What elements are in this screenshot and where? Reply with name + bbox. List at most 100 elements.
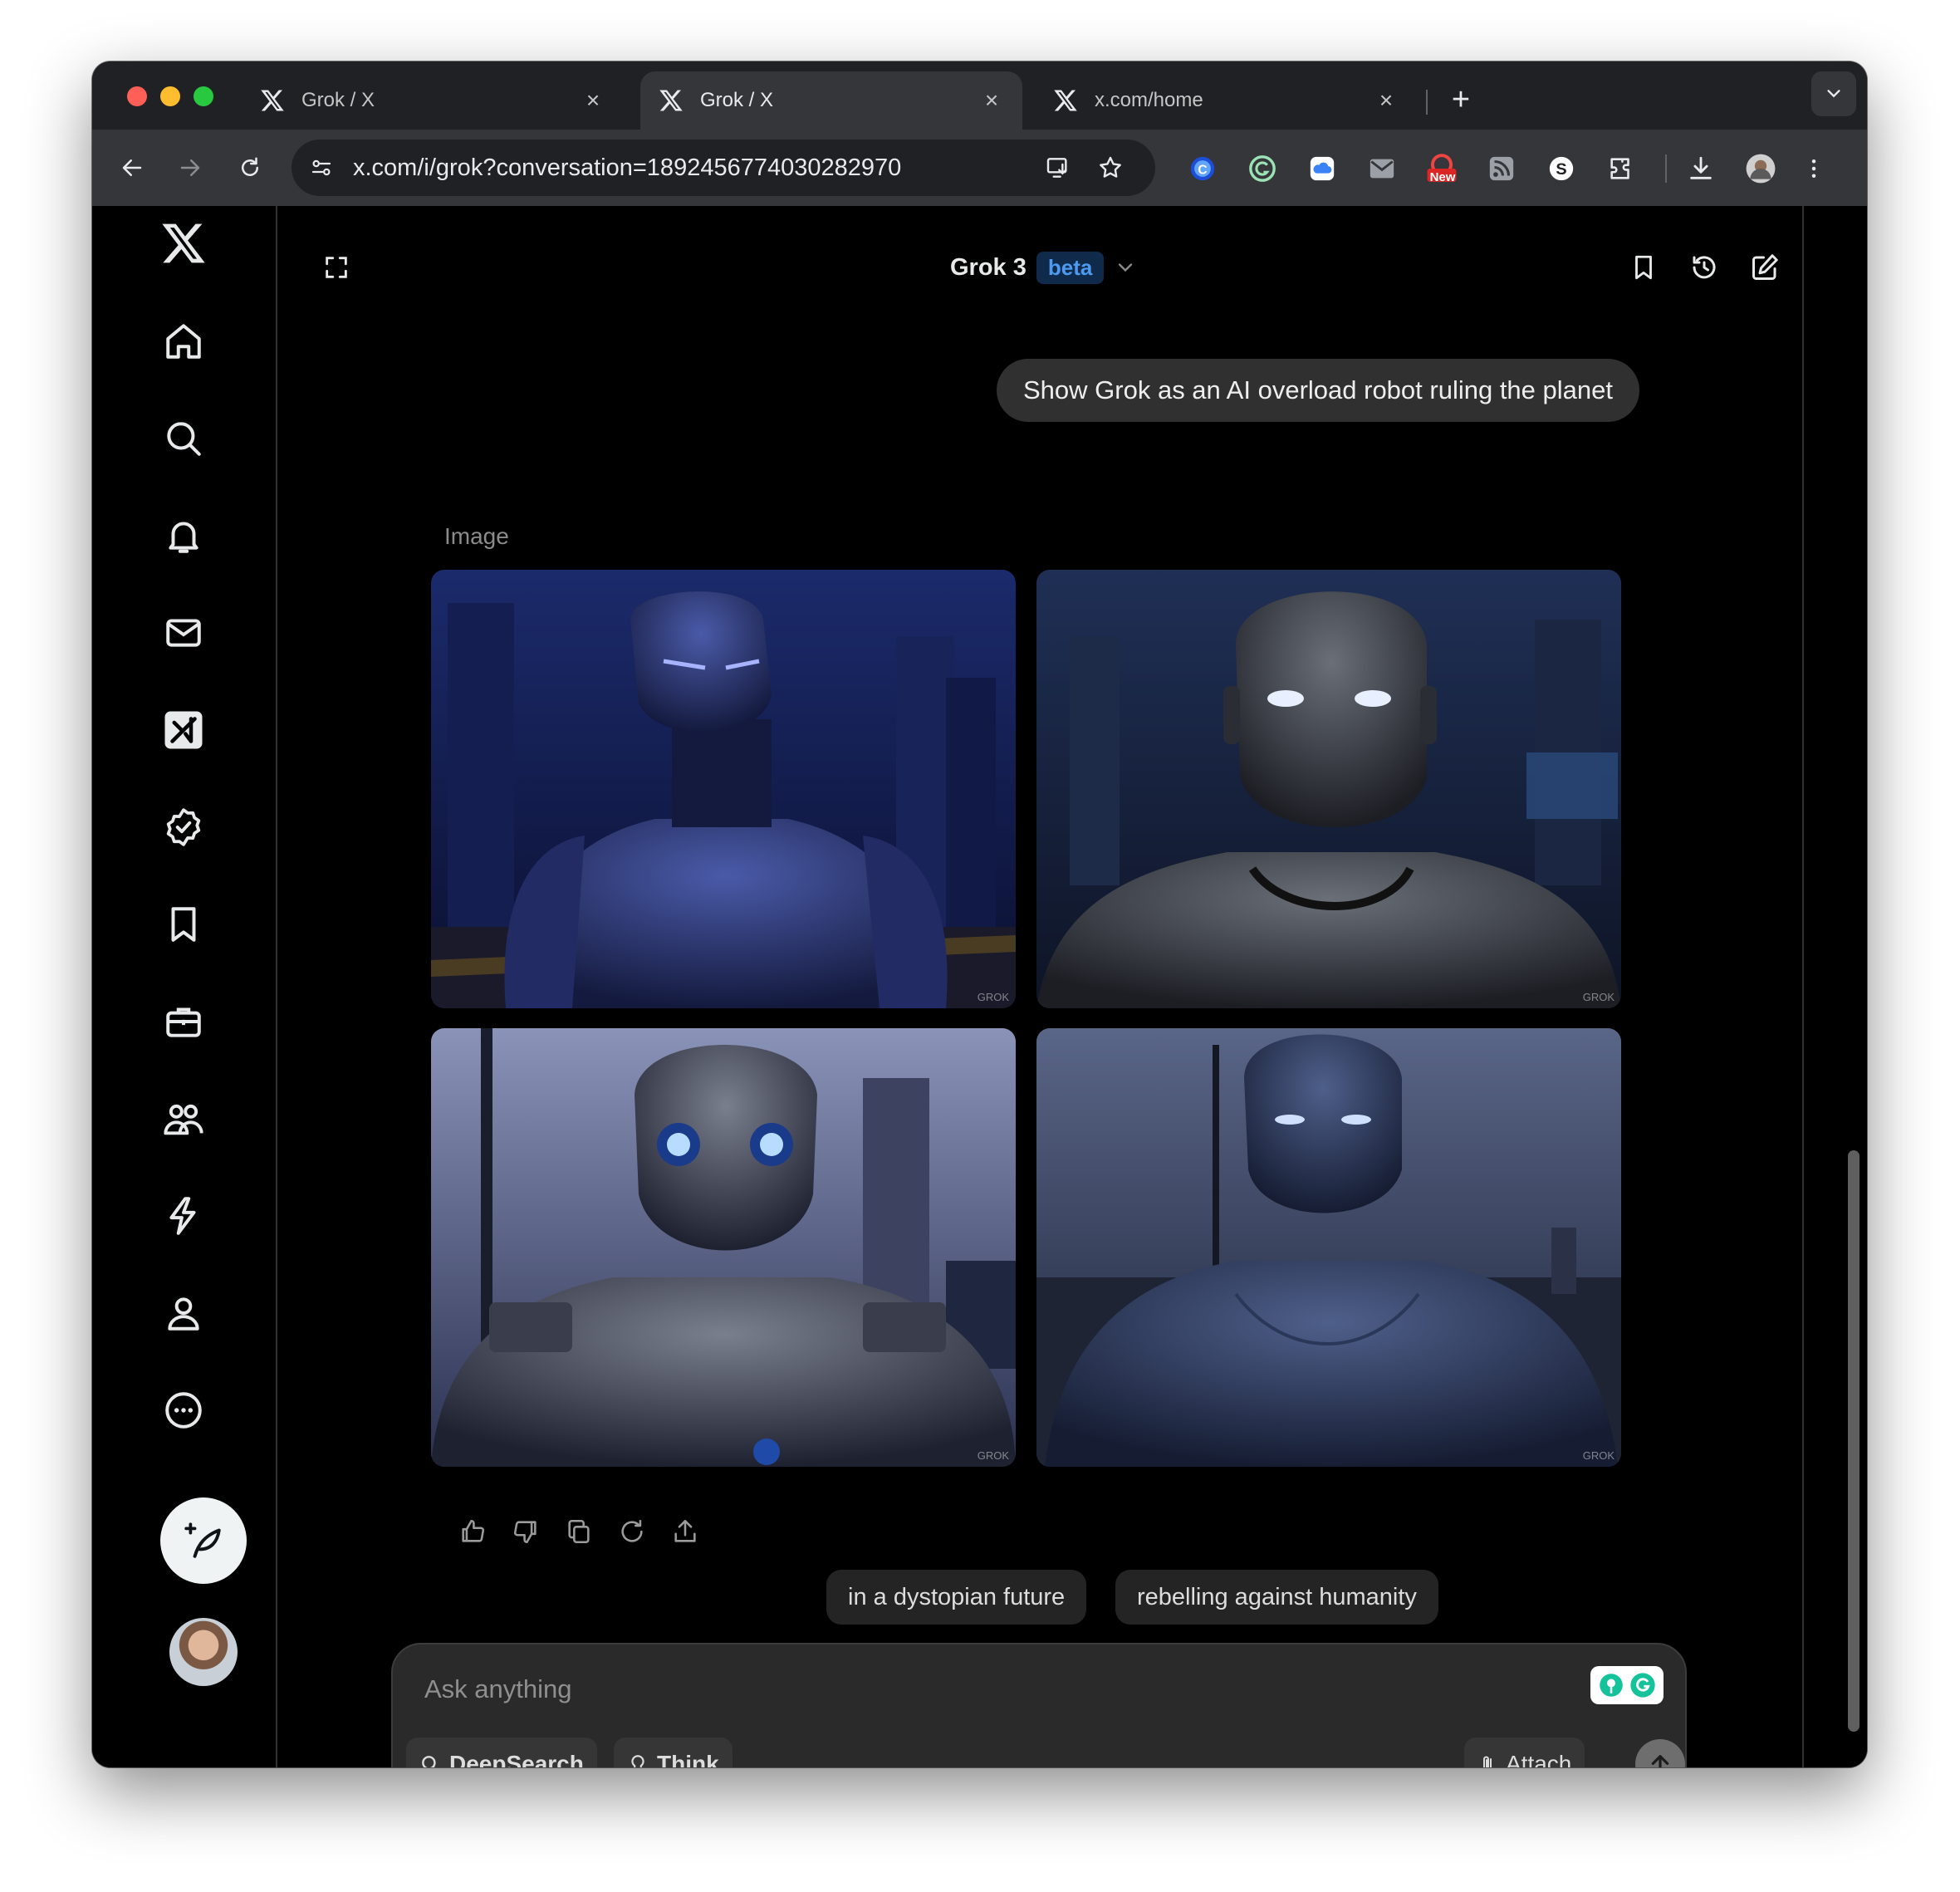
- profile-avatar-icon[interactable]: [1745, 153, 1776, 184]
- tab-title: x.com/home: [1095, 89, 1203, 111]
- left-navigation: [92, 206, 277, 1767]
- tab-search-button[interactable]: [1811, 71, 1856, 116]
- fullscreen-button[interactable]: [318, 249, 355, 286]
- nav-premium[interactable]: [156, 800, 211, 855]
- close-window-button[interactable]: [127, 86, 147, 106]
- suggestion-chip-2[interactable]: rebelling against humanity: [1115, 1570, 1438, 1625]
- model-selector[interactable]: Grok 3 beta: [950, 249, 1137, 286]
- nav-home[interactable]: [156, 314, 211, 369]
- person-icon: [168, 1297, 199, 1331]
- nav-explore[interactable]: [156, 411, 211, 466]
- generated-image-1[interactable]: GROK: [431, 570, 1016, 1008]
- extension-badge-text: New: [1429, 170, 1456, 184]
- bookmark-icon: [171, 907, 196, 942]
- arrow-left-icon: [122, 159, 142, 176]
- compose-feather-icon: [184, 1522, 221, 1558]
- x-logo-icon: [1054, 90, 1077, 111]
- briefcase-icon: [166, 1007, 201, 1037]
- regenerate-button[interactable]: [615, 1515, 649, 1548]
- new-chat-button[interactable]: [1747, 249, 1783, 286]
- reload-button[interactable]: [232, 149, 268, 186]
- nav-bookmarks[interactable]: [156, 897, 211, 952]
- browser-menu-icon[interactable]: [1798, 153, 1830, 184]
- browser-toolbar: x.com/i/grok?conversation=18924567740302…: [92, 130, 1867, 206]
- chevron-down-icon: [1827, 90, 1840, 98]
- forward-button[interactable]: [172, 149, 208, 186]
- arrow-up-icon: [1651, 1755, 1669, 1767]
- browser-tab-3[interactable]: x.com/home ×: [1035, 71, 1417, 130]
- maximize-window-button[interactable]: [194, 86, 213, 106]
- tab-separator: [1426, 90, 1428, 115]
- paperclip-icon: [1483, 1756, 1492, 1767]
- scrollbar-thumb[interactable]: [1848, 1150, 1860, 1732]
- image-watermark: GROK: [1582, 991, 1615, 1003]
- minimize-window-button[interactable]: [160, 86, 180, 106]
- communities-icon: [164, 1104, 203, 1135]
- grok-icon: [164, 711, 203, 749]
- browser-tab-2[interactable]: Grok / X ×: [640, 71, 1022, 130]
- site-settings-icon[interactable]: [305, 151, 338, 184]
- nav-grok[interactable]: [156, 703, 211, 757]
- downloads-icon[interactable]: [1685, 153, 1717, 184]
- new-tab-button[interactable]: +: [1440, 80, 1482, 121]
- icloud-extension-icon[interactable]: [1306, 153, 1338, 184]
- s-extension-icon[interactable]: S: [1546, 153, 1577, 184]
- refresh-icon: [621, 1519, 643, 1542]
- extensions-puzzle-icon[interactable]: [1605, 153, 1637, 184]
- svg-text:C: C: [1198, 163, 1207, 177]
- message-composer: DeepSearch Think Attach: [391, 1643, 1687, 1767]
- compose-post-button[interactable]: [160, 1497, 247, 1584]
- attach-label: Attach: [1506, 1751, 1572, 1767]
- think-button[interactable]: Think: [614, 1738, 733, 1767]
- bookmarks-button[interactable]: [1625, 249, 1662, 286]
- dislike-button[interactable]: [509, 1515, 542, 1548]
- new-badge-extension-icon[interactable]: New: [1426, 153, 1458, 184]
- suggestion-chip-1[interactable]: in a dystopian future: [826, 1570, 1087, 1625]
- share-button[interactable]: [669, 1515, 702, 1548]
- expand-icon: [326, 257, 347, 278]
- browser-window: Grok / X × Grok / X × x.com/home × + x.c…: [92, 61, 1867, 1767]
- nav-profile[interactable]: [156, 1286, 211, 1341]
- deepsearch-button[interactable]: DeepSearch: [406, 1738, 597, 1767]
- svg-text:S: S: [1556, 160, 1566, 179]
- like-button[interactable]: [456, 1515, 489, 1548]
- close-tab-icon[interactable]: ×: [1374, 87, 1399, 114]
- send-button[interactable]: [1635, 1739, 1685, 1767]
- address-bar[interactable]: x.com/i/grok?conversation=18924567740302…: [292, 140, 1155, 196]
- history-button[interactable]: [1686, 249, 1722, 286]
- generated-image-3[interactable]: GROK: [431, 1028, 1016, 1467]
- reload-icon: [242, 157, 258, 176]
- nav-communities[interactable]: [156, 1091, 211, 1146]
- bookmark-star-icon[interactable]: [1094, 151, 1127, 184]
- image-watermark: GROK: [1582, 1449, 1615, 1462]
- attach-button[interactable]: Attach: [1464, 1738, 1585, 1767]
- nav-notifications[interactable]: [156, 508, 211, 563]
- response-type-label: Image: [444, 523, 509, 549]
- install-app-icon[interactable]: [1041, 151, 1075, 184]
- close-tab-icon[interactable]: ×: [979, 87, 1004, 114]
- nav-jobs[interactable]: [156, 994, 211, 1049]
- nav-more[interactable]: [156, 1383, 211, 1438]
- share-icon: [674, 1519, 696, 1542]
- generated-image-4[interactable]: GROK: [1036, 1028, 1621, 1467]
- account-avatar[interactable]: [169, 1618, 238, 1686]
- x-logo-home-link[interactable]: [156, 216, 211, 271]
- nav-messages[interactable]: [156, 605, 211, 660]
- back-button[interactable]: [114, 149, 150, 186]
- nav-verified-orgs[interactable]: [156, 1189, 211, 1243]
- grammarly-badge[interactable]: [1590, 1666, 1664, 1704]
- browser-tab-1[interactable]: Grok / X ×: [242, 71, 624, 130]
- close-tab-icon[interactable]: ×: [581, 87, 605, 114]
- x-logo-icon: [261, 90, 284, 111]
- bell-icon: [169, 522, 198, 553]
- generated-image-2[interactable]: GROK: [1036, 570, 1621, 1008]
- extension-c-icon[interactable]: C: [1187, 153, 1218, 184]
- copy-button[interactable]: [562, 1515, 595, 1548]
- rss-extension-icon[interactable]: [1486, 153, 1517, 184]
- mail-icon: [166, 619, 201, 647]
- ask-input[interactable]: [424, 1666, 1570, 1713]
- grammarly-extension-icon[interactable]: [1247, 153, 1278, 184]
- deepsearch-label: DeepSearch: [449, 1751, 584, 1767]
- verified-badge-icon: [166, 808, 201, 846]
- mail-extension-icon[interactable]: [1366, 153, 1398, 184]
